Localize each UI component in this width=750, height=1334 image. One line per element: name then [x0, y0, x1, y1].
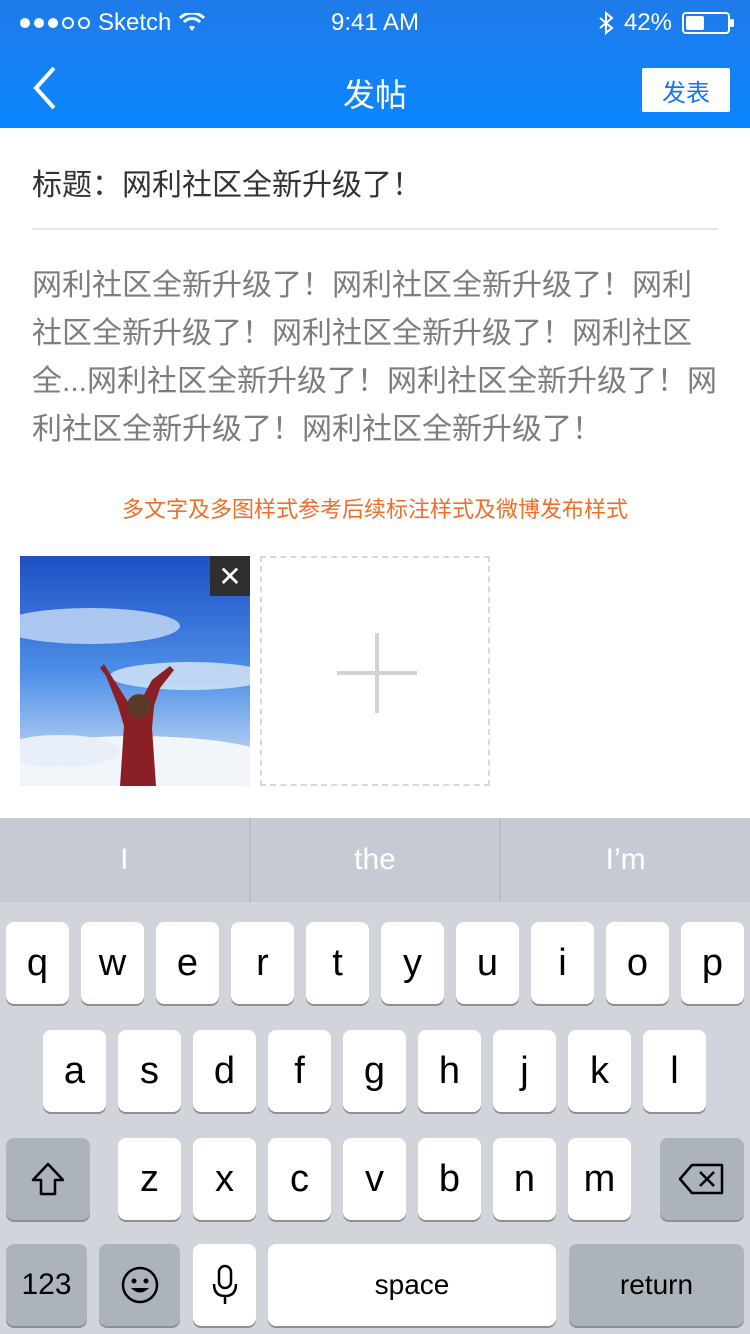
- remove-photo-button[interactable]: ✕: [210, 556, 250, 596]
- page-title: 发帖: [342, 77, 407, 113]
- plus-icon: [337, 633, 417, 713]
- post-button[interactable]: 发表: [642, 68, 730, 112]
- delete-icon: [678, 1163, 724, 1195]
- delete-key[interactable]: [660, 1138, 744, 1220]
- shift-key[interactable]: [6, 1138, 90, 1220]
- key-d[interactable]: d: [193, 1030, 256, 1112]
- numbers-key[interactable]: 123: [6, 1244, 87, 1326]
- annotation-note: 多文字及多图样式参考后续标注样式及微博发布样式: [121, 497, 628, 522]
- key-s[interactable]: s: [118, 1030, 181, 1112]
- shift-icon: [31, 1162, 65, 1196]
- key-h[interactable]: h: [418, 1030, 481, 1112]
- key-u[interactable]: u: [456, 922, 519, 1004]
- key-f[interactable]: f: [268, 1030, 331, 1112]
- key-v[interactable]: v: [343, 1138, 406, 1220]
- emoji-key[interactable]: [99, 1244, 180, 1326]
- attached-photo[interactable]: ✕: [20, 556, 250, 786]
- battery-level: [686, 16, 705, 30]
- key-o[interactable]: o: [606, 922, 669, 1004]
- microphone-key[interactable]: [193, 1244, 256, 1326]
- suggestion-item[interactable]: I’m: [501, 818, 750, 902]
- close-icon: ✕: [218, 560, 242, 592]
- key-c[interactable]: c: [268, 1138, 331, 1220]
- key-i[interactable]: i: [531, 922, 594, 1004]
- battery-percent: 42%: [623, 9, 672, 36]
- keyboard: I the I’m q w e r t y u i o p a s d f g …: [0, 818, 750, 1334]
- title-label: 标题：: [32, 169, 122, 202]
- key-q[interactable]: q: [6, 922, 69, 1004]
- title-field[interactable]: 标题：网利社区全新升级了！: [32, 160, 718, 230]
- microphone-icon: [212, 1264, 237, 1304]
- key-n[interactable]: n: [493, 1138, 556, 1220]
- add-photo-button[interactable]: [260, 556, 490, 786]
- status-bar: Sketch 9:41 AM 42%: [0, 0, 750, 44]
- key-m[interactable]: m: [568, 1138, 631, 1220]
- return-key[interactable]: return: [569, 1244, 744, 1326]
- key-k[interactable]: k: [568, 1030, 631, 1112]
- emoji-icon: [121, 1266, 158, 1304]
- key-l[interactable]: l: [643, 1030, 706, 1112]
- key-j[interactable]: j: [493, 1030, 556, 1112]
- suggestion-item[interactable]: the: [251, 818, 500, 902]
- key-p[interactable]: p: [681, 922, 744, 1004]
- key-x[interactable]: x: [193, 1138, 256, 1220]
- key-r[interactable]: r: [231, 922, 294, 1004]
- header: Sketch 9:41 AM 42% 发帖 发表: [0, 0, 750, 128]
- key-a[interactable]: a: [43, 1030, 106, 1112]
- space-key[interactable]: space: [268, 1244, 556, 1326]
- battery-icon: [682, 12, 734, 34]
- body-textarea[interactable]: 网利社区全新升级了！网利社区全新升级了！网利社区全新升级了！网利社区全新升级了！…: [32, 262, 718, 454]
- suggestion-item[interactable]: I: [0, 818, 249, 902]
- key-t[interactable]: t: [306, 922, 369, 1004]
- bluetooth-icon: [599, 11, 614, 35]
- key-y[interactable]: y: [381, 922, 444, 1004]
- key-e[interactable]: e: [156, 922, 219, 1004]
- key-g[interactable]: g: [343, 1030, 406, 1112]
- right-status: 42%: [598, 9, 734, 37]
- navigation-bar: 发帖 发表: [0, 44, 750, 128]
- key-z[interactable]: z: [118, 1138, 181, 1220]
- suggestion-bar: I the I’m: [0, 818, 750, 902]
- key-w[interactable]: w: [81, 922, 144, 1004]
- title-value: 网利社区全新升级了！: [122, 169, 422, 202]
- key-b[interactable]: b: [418, 1138, 481, 1220]
